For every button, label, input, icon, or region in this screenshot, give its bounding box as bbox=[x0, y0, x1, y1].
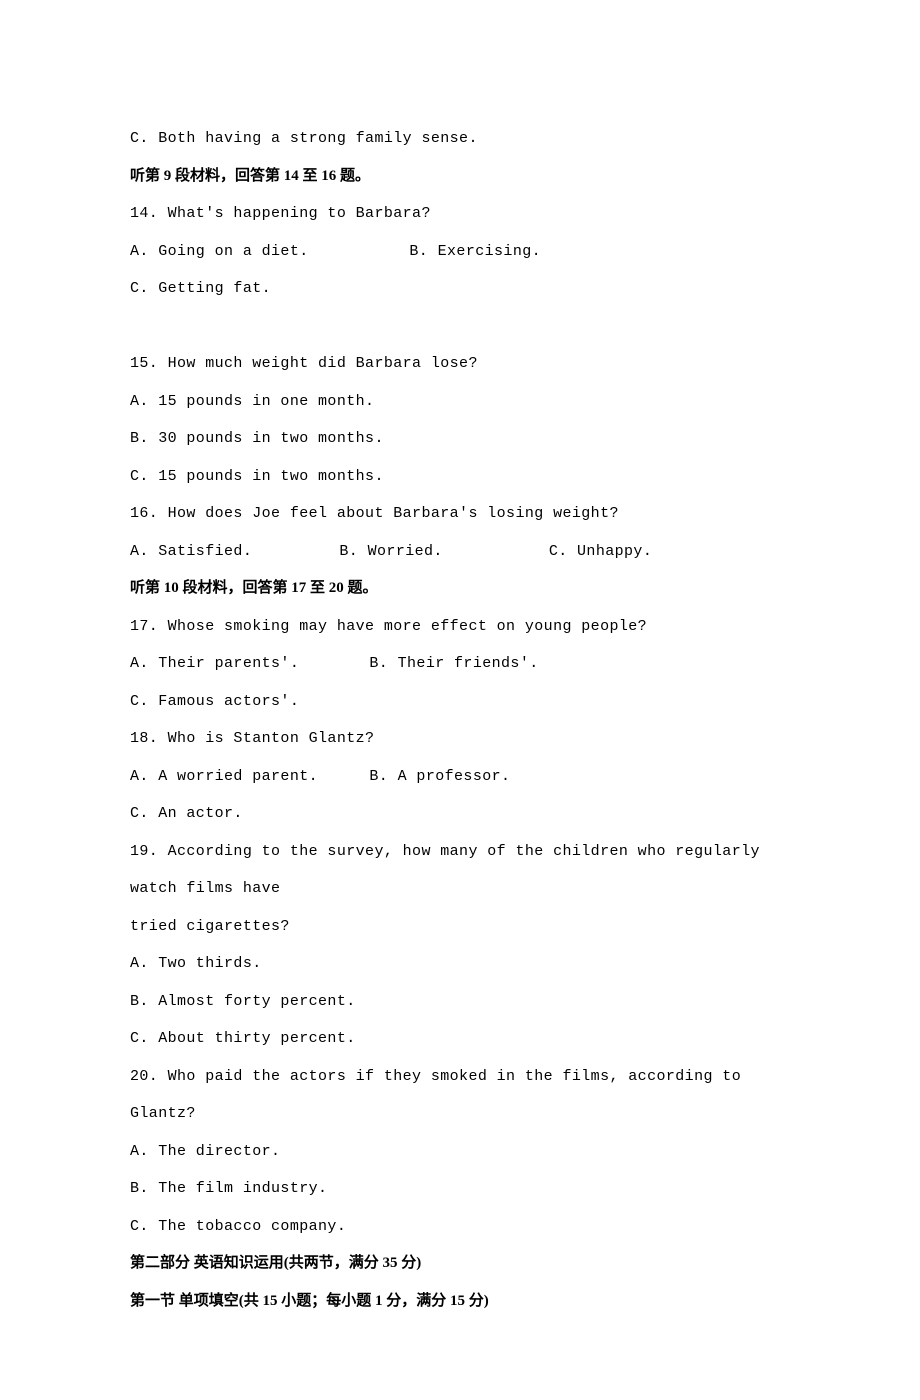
q18-option-c: C. An actor. bbox=[130, 795, 790, 833]
q18-option-a: A. A worried parent. bbox=[130, 758, 360, 796]
q17-option-c: C. Famous actors'. bbox=[130, 683, 790, 721]
question-19-line2: tried cigarettes? bbox=[130, 908, 790, 946]
question-17-options-ab: A. Their parents'. B. Their friends'. bbox=[130, 645, 790, 683]
question-18-options-ab: A. A worried parent. B. A professor. bbox=[130, 758, 790, 796]
question-19-line1: 19. According to the survey, how many of… bbox=[130, 833, 790, 908]
question-15: 15. How much weight did Barbara lose? bbox=[130, 345, 790, 383]
question-16: 16. How does Joe feel about Barbara's lo… bbox=[130, 495, 790, 533]
section-heading-10: 听第 10 段材料，回答第 17 至 20 题。 bbox=[130, 570, 790, 608]
part-two-section-one-heading: 第一节 单项填空(共 15 小题；每小题 1 分，满分 15 分) bbox=[130, 1283, 790, 1321]
question-14: 14. What's happening to Barbara? bbox=[130, 195, 790, 233]
section-heading-9: 听第 9 段材料，回答第 14 至 16 题。 bbox=[130, 158, 790, 196]
q19-option-c: C. About thirty percent. bbox=[130, 1020, 790, 1058]
q17-option-b: B. Their friends'. bbox=[369, 645, 538, 683]
q16-option-a: A. Satisfied. bbox=[130, 533, 330, 571]
option-c-previous: C. Both having a strong family sense. bbox=[130, 120, 790, 158]
question-20: 20. Who paid the actors if they smoked i… bbox=[130, 1058, 790, 1133]
part-two-heading: 第二部分 英语知识运用(共两节，满分 35 分) bbox=[130, 1245, 790, 1283]
q14-option-a: A. Going on a diet. bbox=[130, 233, 400, 271]
q20-option-c: C. The tobacco company. bbox=[130, 1208, 790, 1246]
q15-option-a: A. 15 pounds in one month. bbox=[130, 383, 790, 421]
q16-option-b: B. Worried. bbox=[339, 533, 539, 571]
question-16-options: A. Satisfied. B. Worried. C. Unhappy. bbox=[130, 533, 790, 571]
question-14-options-ab: A. Going on a diet. B. Exercising. bbox=[130, 233, 790, 271]
question-17: 17. Whose smoking may have more effect o… bbox=[130, 608, 790, 646]
q20-option-b: B. The film industry. bbox=[130, 1170, 790, 1208]
q15-option-c: C. 15 pounds in two months. bbox=[130, 458, 790, 496]
q14-option-c: C. Getting fat. bbox=[130, 270, 790, 308]
q17-option-a: A. Their parents'. bbox=[130, 645, 360, 683]
q18-option-b: B. A professor. bbox=[369, 758, 510, 796]
question-18: 18. Who is Stanton Glantz? bbox=[130, 720, 790, 758]
q16-option-c: C. Unhappy. bbox=[549, 533, 652, 571]
document-page: C. Both having a strong family sense. 听第… bbox=[0, 0, 920, 1400]
q15-option-b: B. 30 pounds in two months. bbox=[130, 420, 790, 458]
q20-option-a: A. The director. bbox=[130, 1133, 790, 1171]
q19-option-b: B. Almost forty percent. bbox=[130, 983, 790, 1021]
q14-option-b: B. Exercising. bbox=[409, 233, 541, 271]
q19-option-a: A. Two thirds. bbox=[130, 945, 790, 983]
